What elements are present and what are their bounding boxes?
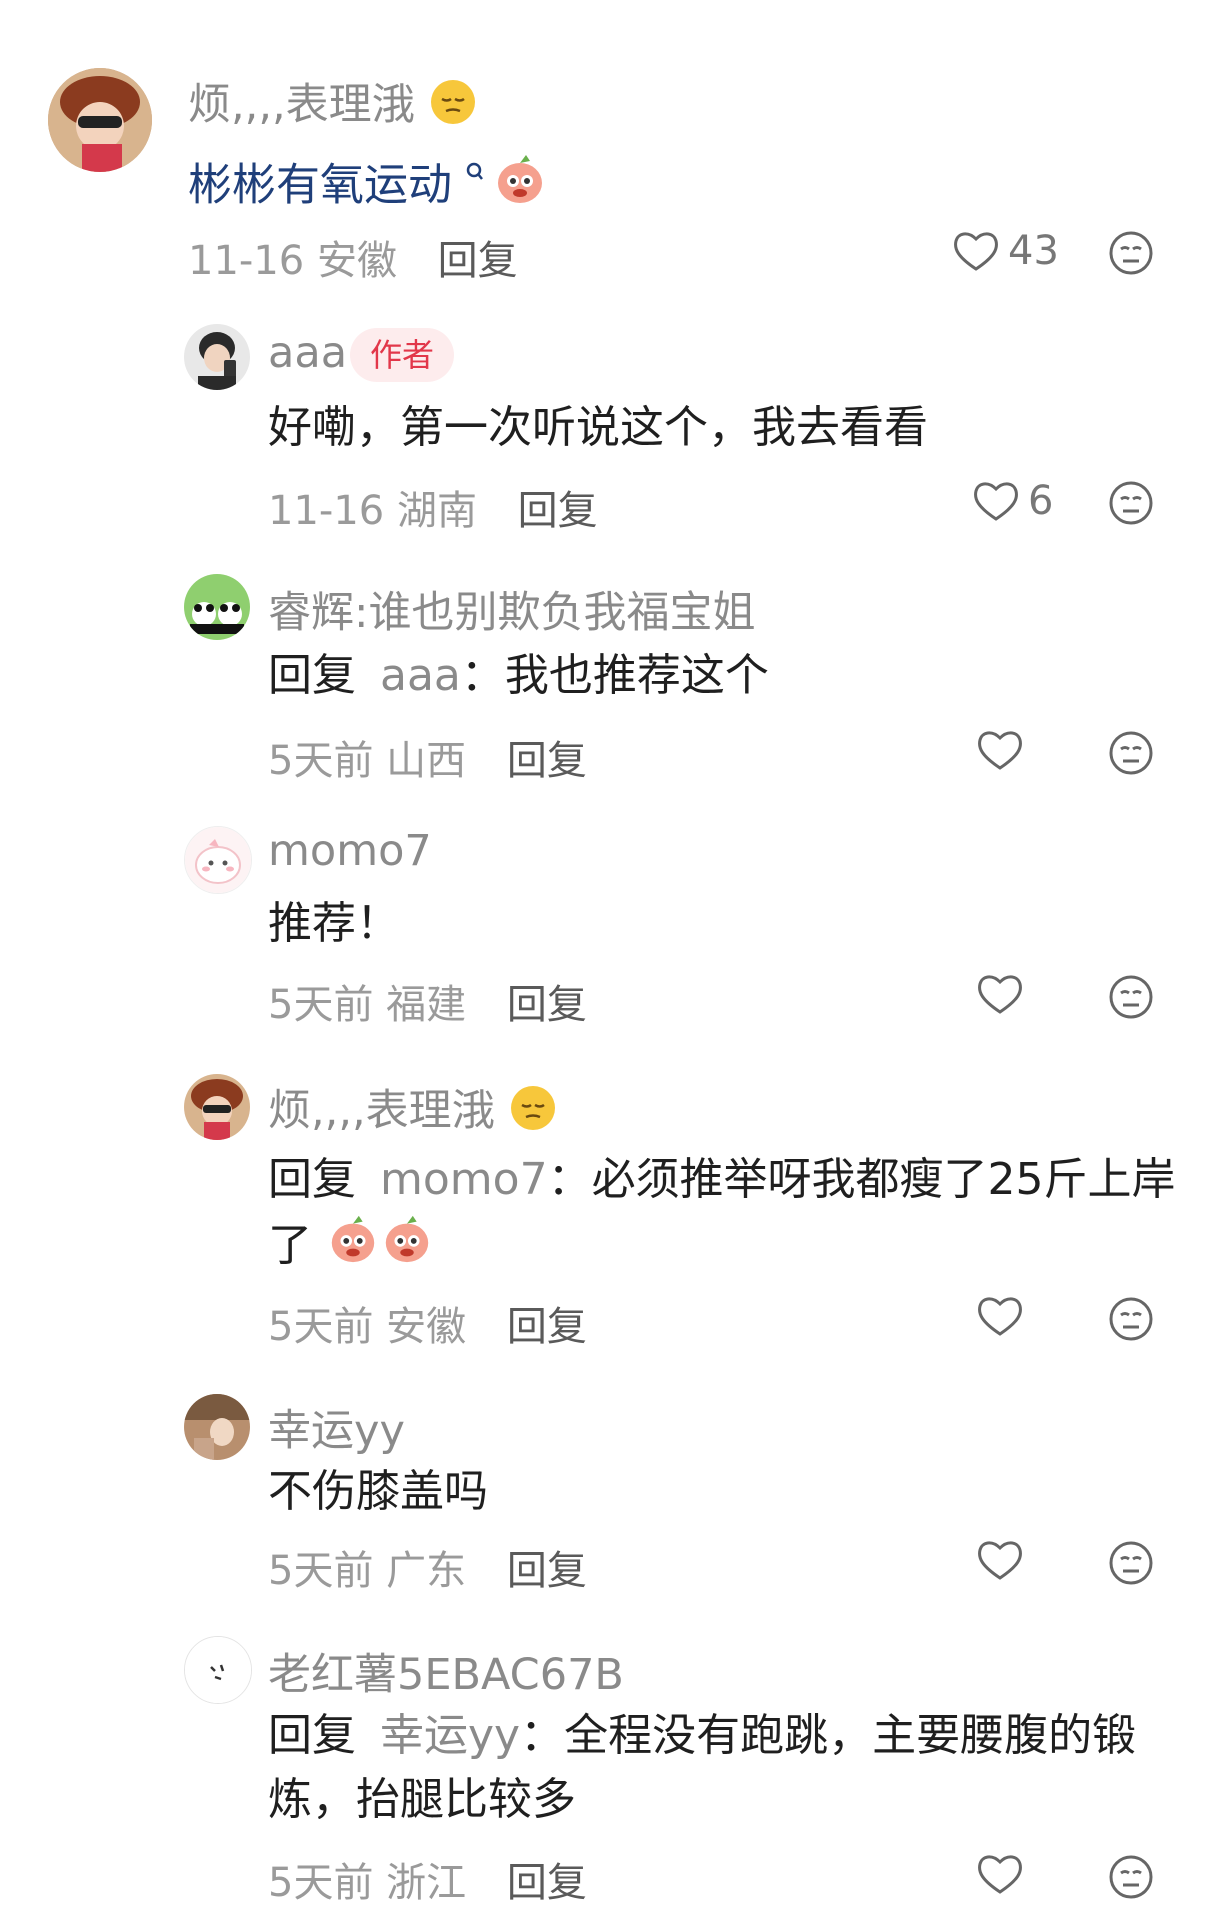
heart-outline-icon — [978, 1297, 1022, 1336]
username[interactable]: 老红薯5EBAC67B — [268, 1640, 624, 1702]
comment-meta: 11-16 安徽 回复 — [188, 238, 518, 284]
like-button[interactable] — [976, 728, 1024, 772]
like-button[interactable] — [976, 1294, 1024, 1338]
dislike-button[interactable] — [1108, 1296, 1154, 1342]
reply-button[interactable]: 回复 — [507, 1548, 587, 1594]
dislike-button[interactable] — [1108, 974, 1154, 1020]
reply-target[interactable]: aaa — [380, 650, 461, 701]
heart-outline-icon — [978, 975, 1022, 1014]
username[interactable]: momo7 — [268, 826, 432, 876]
heart-outline-icon — [978, 731, 1022, 770]
dislike-button[interactable] — [1108, 480, 1154, 526]
reply-button[interactable]: 回复 — [438, 238, 518, 284]
dislike-button[interactable] — [1108, 230, 1154, 276]
like-button[interactable] — [976, 972, 1024, 1016]
comment-text[interactable]: 推荐！ — [268, 892, 1180, 956]
author-badge: 作者 — [350, 328, 455, 382]
avatar[interactable] — [184, 1636, 252, 1704]
heart-outline-icon — [954, 232, 998, 271]
neutral-face-icon — [1109, 731, 1153, 775]
reply-target[interactable]: momo7 — [380, 1154, 548, 1205]
reply-button[interactable]: 回复 — [507, 1860, 587, 1906]
avatar[interactable] — [184, 826, 252, 894]
avatar[interactable] — [184, 1074, 250, 1140]
pensive-emoji-icon — [508, 1083, 558, 1144]
neutral-face-icon — [1109, 975, 1153, 1019]
like-button[interactable]: 6 — [972, 478, 1053, 524]
dislike-button[interactable] — [1108, 1854, 1154, 1900]
like-count: 43 — [1008, 228, 1059, 274]
peach-emoji-icon — [492, 151, 548, 225]
comment-text[interactable]: 好嘞，第一次听说这个，我去看看 — [268, 396, 1180, 460]
comment-meta: 5天前 福建 回复 — [268, 982, 587, 1028]
avatar[interactable] — [184, 1394, 250, 1460]
dislike-button[interactable] — [1108, 730, 1154, 776]
heart-outline-icon — [978, 1541, 1022, 1580]
avatar[interactable] — [184, 324, 250, 390]
avatar[interactable] — [184, 574, 250, 640]
pensive-emoji-icon — [428, 77, 478, 138]
neutral-face-icon — [1109, 231, 1153, 275]
comment-meta: 5天前 山西 回复 — [268, 738, 587, 784]
like-button[interactable]: 43 — [952, 228, 1059, 274]
search-icon[interactable] — [466, 162, 492, 190]
heart-outline-icon — [978, 1855, 1022, 1894]
reply-button[interactable]: 回复 — [507, 738, 587, 784]
like-button[interactable] — [976, 1538, 1024, 1582]
comment-text[interactable]: 回复 momo7：必须推举呀我都瘦了25斤上岸了 — [268, 1148, 1180, 1284]
comment-meta: 11-16 湖南 回复 — [268, 488, 598, 534]
comment-text[interactable]: 不伤膝盖吗 — [268, 1460, 1180, 1524]
username[interactable]: 幸运yy — [268, 1396, 405, 1458]
comment-text[interactable]: 回复 aaa：我也推荐这个 — [268, 644, 1180, 708]
peach-emoji-icon — [326, 1212, 380, 1284]
like-button[interactable] — [976, 1852, 1024, 1896]
heart-outline-icon — [974, 482, 1018, 521]
username[interactable]: 烦,,,,表理涐 — [268, 1076, 558, 1144]
comment-text[interactable]: 回复 幸运yy：全程没有跑跳，主要腰腹的锻炼，抬腿比较多 — [268, 1704, 1200, 1832]
username[interactable]: 烦,,,,表理涐 — [188, 70, 478, 138]
reply-button[interactable]: 回复 — [507, 1304, 587, 1350]
dislike-button[interactable] — [1108, 1540, 1154, 1586]
neutral-face-icon — [1109, 481, 1153, 525]
neutral-face-icon — [1109, 1855, 1153, 1899]
avatar[interactable] — [48, 68, 152, 172]
comment-meta: 5天前 广东 回复 — [268, 1548, 587, 1594]
reply-target[interactable]: 幸运yy — [380, 1710, 520, 1761]
username[interactable]: 睿辉:谁也别欺负我福宝姐 — [268, 578, 756, 640]
username[interactable]: aaa — [268, 328, 347, 378]
neutral-face-icon — [1109, 1541, 1153, 1585]
peach-emoji-icon — [380, 1212, 434, 1284]
reply-button[interactable]: 回复 — [507, 982, 587, 1028]
comment-meta: 5天前 浙江 回复 — [268, 1860, 587, 1906]
like-count: 6 — [1028, 478, 1054, 524]
reply-button[interactable]: 回复 — [518, 488, 598, 534]
comment-meta: 5天前 安徽 回复 — [268, 1304, 587, 1350]
neutral-face-icon — [1109, 1297, 1153, 1341]
comment-text[interactable]: 彬彬有氧运动 — [188, 144, 1180, 225]
